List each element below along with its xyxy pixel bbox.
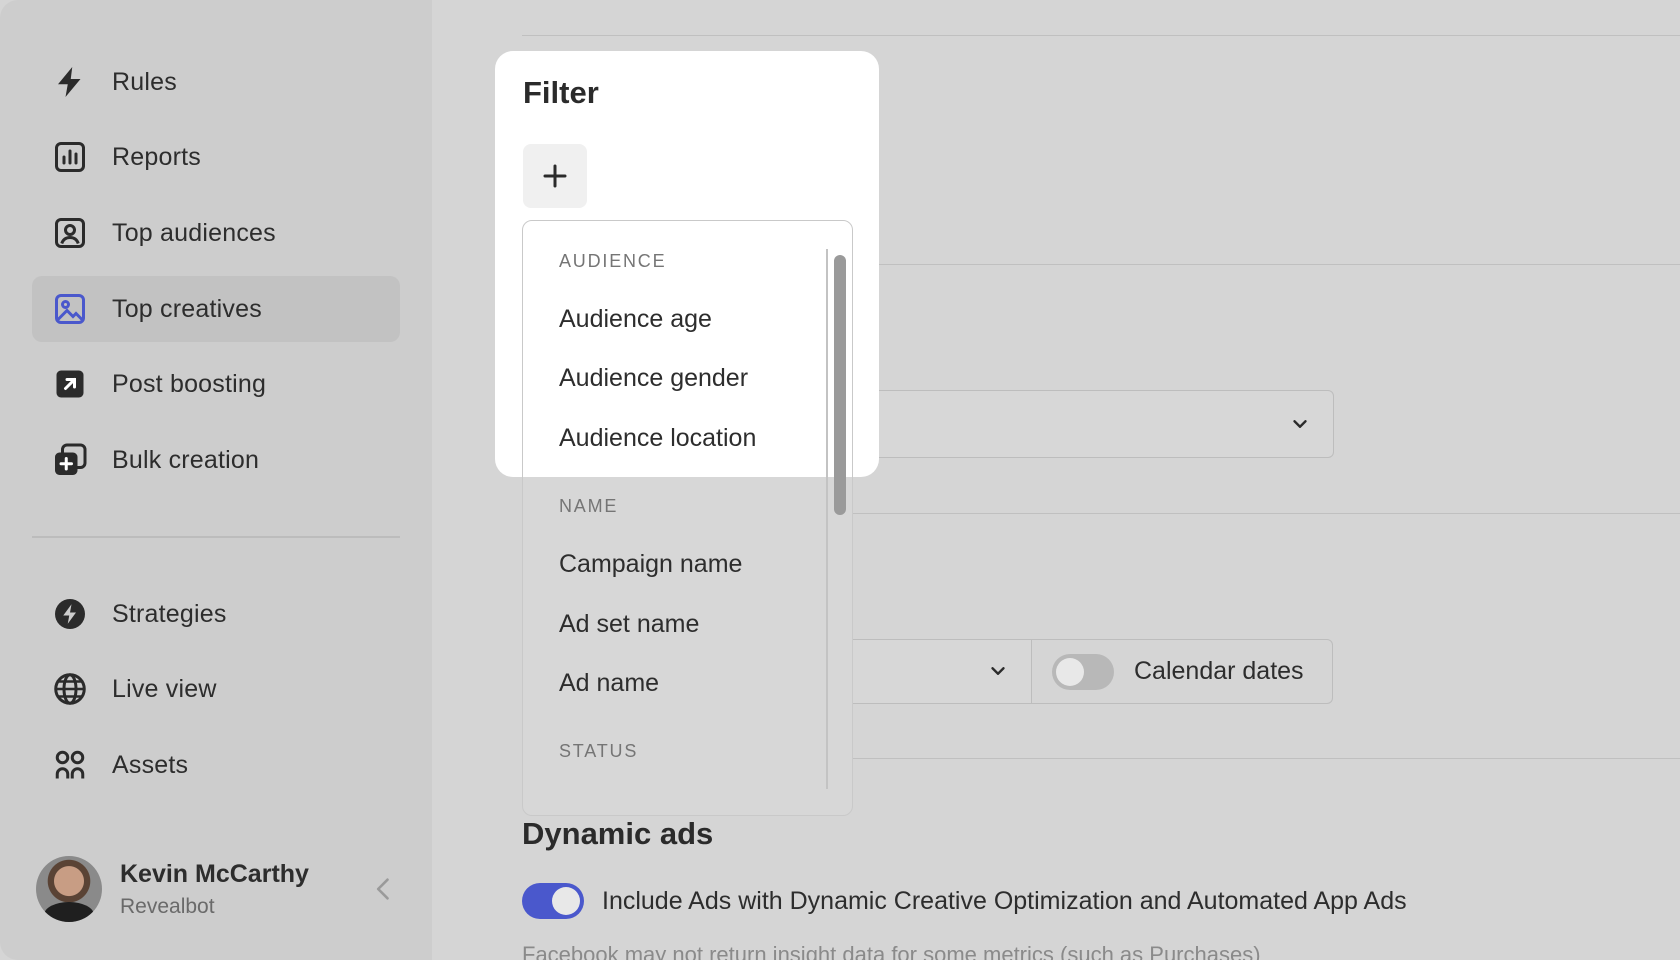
profile-text: Kevin McCarthy Revealbot [120, 860, 309, 919]
sidebar-item-strategies[interactable]: Strategies [32, 581, 400, 647]
arrow-up-right-icon [50, 364, 90, 404]
sidebar-item-label: Post boosting [112, 369, 267, 398]
dynamic-ads-title: Dynamic ads [522, 816, 714, 851]
dropdown-select[interactable] [800, 390, 1334, 458]
chevron-left-icon [376, 878, 389, 900]
section-divider [522, 35, 1680, 36]
sidebar-item-live-view[interactable]: Live view [32, 656, 400, 722]
profile-name: Kevin McCarthy [120, 859, 309, 888]
dropdown-scrollbar[interactable] [834, 255, 846, 515]
dynamic-ads-note: Facebook may not return insight data for… [522, 942, 1261, 960]
add-filter-button[interactable] [523, 144, 587, 208]
bolt-circle-icon [50, 594, 90, 634]
bolt-icon [50, 62, 90, 102]
globe-icon [50, 669, 90, 709]
bar-chart-icon [50, 137, 90, 177]
sidebar-item-top-creatives[interactable]: Top creatives [32, 276, 400, 342]
group-label-status: STATUS [559, 741, 639, 761]
option-ad-name[interactable]: Ad name [559, 669, 659, 698]
sidebar-item-bulk-creation[interactable]: Bulk creation [32, 427, 400, 493]
option-ad-set-name[interactable]: Ad set name [559, 610, 699, 639]
sidebar-item-rules[interactable]: Rules [32, 49, 400, 115]
filter-title: Filter [523, 75, 599, 110]
sidebar-item-label: Live view [112, 674, 217, 703]
sidebar-item-label: Top audiences [112, 218, 276, 247]
option-audience-age[interactable]: Audience age [559, 305, 712, 334]
copy-plus-icon [50, 440, 90, 480]
sidebar-item-label: Top creatives [112, 294, 262, 323]
sidebar-item-label: Reports [112, 142, 201, 171]
grid-icon [50, 745, 90, 785]
calendar-dates-control: Calendar dates [1030, 639, 1333, 704]
sidebar-item-label: Strategies [112, 599, 227, 628]
collapse-sidebar-button[interactable] [368, 873, 400, 905]
sidebar-item-top-audiences[interactable]: Top audiences [32, 200, 400, 266]
dropdown-scroll-track [826, 249, 828, 789]
sidebar-item-label: Bulk creation [112, 445, 260, 474]
profile-org: Revealbot [120, 894, 215, 918]
option-audience-location[interactable]: Audience location [559, 424, 756, 453]
dropdown-list: AUDIENCE Audience age Audience gender Au… [523, 221, 852, 815]
plus-icon [543, 164, 567, 188]
chevron-down-icon [1293, 420, 1307, 428]
group-label-audience: AUDIENCE [559, 251, 667, 271]
sidebar-item-assets[interactable]: Assets [32, 732, 400, 798]
sidebar-divider [32, 536, 400, 538]
user-portrait-icon [50, 213, 90, 253]
dynamic-ads-label: Include Ads with Dynamic Creative Optimi… [602, 886, 1407, 915]
image-icon [50, 289, 90, 329]
avatar [36, 856, 102, 922]
sidebar: Rules Reports Top audiences Top creative… [0, 0, 432, 960]
dynamic-ads-row: Include Ads with Dynamic Creative Optimi… [522, 883, 1407, 919]
filter-options-dropdown[interactable]: AUDIENCE Audience age Audience gender Au… [522, 220, 853, 816]
option-audience-gender[interactable]: Audience gender [559, 364, 748, 393]
sidebar-item-post-boosting[interactable]: Post boosting [32, 351, 400, 417]
sidebar-item-label: Assets [112, 750, 189, 779]
group-label-name: NAME [559, 496, 619, 516]
chevron-down-icon [991, 667, 1005, 675]
sidebar-item-reports[interactable]: Reports [32, 124, 400, 190]
calendar-dates-label: Calendar dates [1134, 657, 1304, 685]
option-campaign-name[interactable]: Campaign name [559, 550, 742, 579]
sidebar-item-label: Rules [112, 67, 177, 96]
user-profile[interactable]: Kevin McCarthy Revealbot [36, 855, 400, 923]
dynamic-ads-toggle[interactable] [522, 883, 584, 919]
calendar-dates-toggle[interactable] [1052, 653, 1114, 690]
